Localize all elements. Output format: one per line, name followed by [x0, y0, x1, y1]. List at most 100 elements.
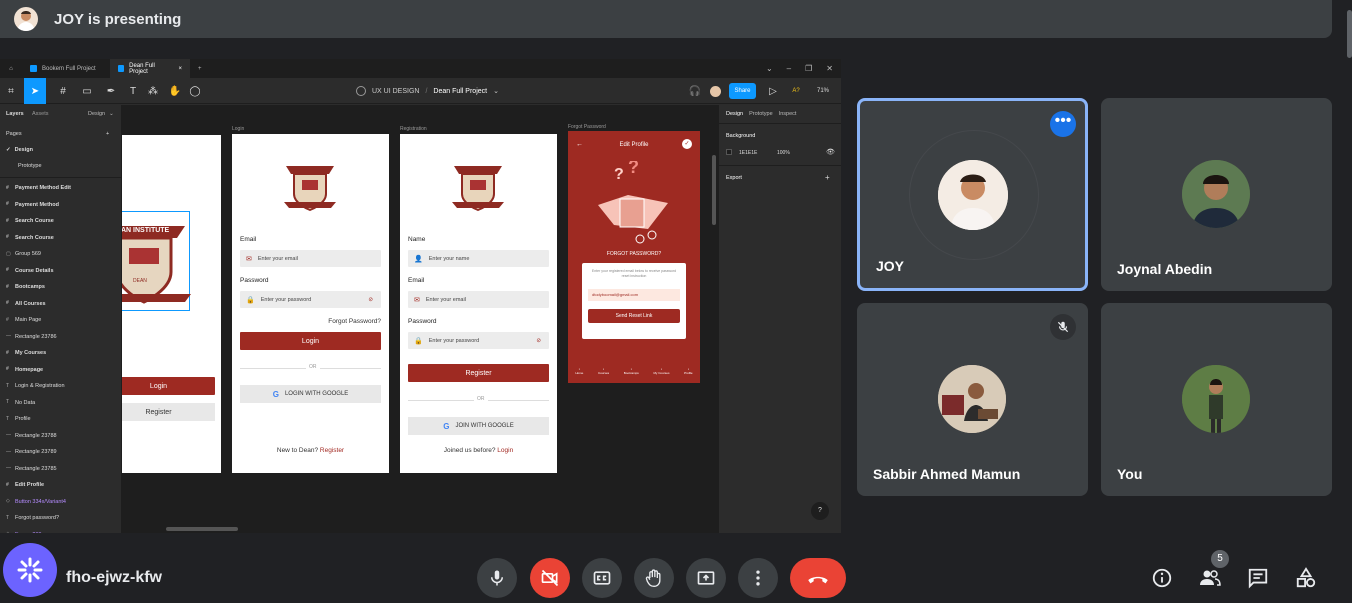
- pen-tool-icon[interactable]: ✒: [100, 78, 122, 104]
- login-button[interactable]: Login: [122, 377, 215, 395]
- participant-tile-you[interactable]: You: [1101, 303, 1332, 496]
- chat-button[interactable]: [1245, 565, 1271, 591]
- maximize-icon[interactable]: ❐: [805, 64, 812, 73]
- nav-my-courses[interactable]: ▪ My Courses: [653, 367, 669, 383]
- bg-opacity-input[interactable]: 100%: [777, 150, 790, 156]
- home-icon[interactable]: ⌂: [0, 59, 22, 78]
- layer-item[interactable]: — Rectangle 23788: [6, 433, 57, 439]
- frame-login[interactable]: Email ✉ Enter your email Password 🔒 Enter …: [232, 134, 389, 473]
- page-item-design[interactable]: ✓ Design: [6, 147, 33, 153]
- tab-design[interactable]: Design: [726, 111, 743, 117]
- eye-icon[interactable]: 👁: [826, 148, 835, 156]
- minimize-icon[interactable]: –: [787, 64, 791, 73]
- tab-layers[interactable]: Layers: [6, 111, 24, 117]
- add-export-icon[interactable]: +: [825, 173, 830, 182]
- google-login-button[interactable]: G LOGIN WITH GOOGLE: [240, 385, 381, 403]
- camera-button[interactable]: [530, 558, 570, 598]
- people-button[interactable]: [1197, 565, 1223, 591]
- more-options-button[interactable]: •••: [1050, 111, 1076, 137]
- password-field[interactable]: 🔒 Enter your password ⊘: [408, 332, 549, 349]
- frame-welcome[interactable]: AN INSTITUTE DEAN Login Register: [122, 135, 221, 473]
- layer-item[interactable]: — Rectangle 23785: [6, 466, 57, 472]
- eye-off-icon[interactable]: ⊘: [368, 297, 373, 303]
- raise-hand-button[interactable]: [634, 558, 674, 598]
- chevron-down-icon[interactable]: ⌄: [766, 64, 773, 73]
- forgot-password-link[interactable]: Forgot Password?: [328, 318, 381, 325]
- chevron-down-icon[interactable]: ⌄: [493, 87, 499, 95]
- layer-item[interactable]: T Profile: [6, 416, 31, 422]
- tab-prototype[interactable]: Prototype: [749, 111, 773, 117]
- nav-bootcamps[interactable]: ▪ Bootcamps: [624, 367, 639, 383]
- canvas-scrollbar[interactable]: [712, 155, 716, 225]
- layer-item[interactable]: — Rectangle 23789: [6, 449, 57, 455]
- login-link[interactable]: Login: [497, 447, 513, 454]
- help-button[interactable]: ?: [811, 502, 829, 520]
- password-field[interactable]: 🔒 Enter your password ⊘: [240, 291, 381, 308]
- tab-dean[interactable]: Dean Full Project ×: [110, 59, 190, 78]
- layer-item[interactable]: # Payment Method Edit: [6, 185, 71, 191]
- present-icon[interactable]: ▷: [762, 78, 784, 104]
- comment-tool-icon[interactable]: ◯: [184, 78, 206, 104]
- layer-item[interactable]: T Forgot password?: [6, 515, 59, 521]
- activities-logo[interactable]: [3, 543, 57, 597]
- shape-tool-icon[interactable]: ▭: [76, 78, 98, 104]
- canvas-hscrollbar[interactable]: [166, 527, 238, 531]
- register-button[interactable]: Register: [408, 364, 549, 382]
- name-field[interactable]: 👤 Enter your name: [408, 250, 549, 267]
- layer-item[interactable]: # Main Page: [6, 317, 41, 323]
- captions-button[interactable]: [582, 558, 622, 598]
- layer-item[interactable]: T Login & Registration: [6, 383, 65, 389]
- logo-selection[interactable]: AN INSTITUTE DEAN: [122, 211, 191, 311]
- participant-tile-joy[interactable]: ••• JOY: [857, 98, 1088, 291]
- nav-profile[interactable]: ▪ Profile: [684, 367, 693, 383]
- eye-off-icon[interactable]: ⊘: [536, 338, 541, 344]
- layer-item[interactable]: # My Courses: [6, 350, 46, 356]
- layer-item[interactable]: # All Courses: [6, 301, 46, 307]
- tab-bookem[interactable]: Bookem Full Project: [22, 59, 110, 78]
- share-button[interactable]: Share: [729, 83, 756, 99]
- layer-item[interactable]: # Payment Method: [6, 202, 59, 208]
- user-avatar[interactable]: [704, 78, 726, 104]
- present-button[interactable]: [686, 558, 726, 598]
- register-button[interactable]: Register: [122, 403, 215, 421]
- bg-hex-input[interactable]: 1E1E1E: [739, 150, 757, 156]
- google-join-button[interactable]: G JOIN WITH GOOGLE: [408, 417, 549, 435]
- page-item-prototype[interactable]: Prototype: [18, 163, 42, 169]
- activities-button[interactable]: [1293, 565, 1319, 591]
- frame-tool-icon[interactable]: #: [52, 78, 74, 104]
- nav-home[interactable]: ▪ Home: [575, 367, 583, 383]
- layer-item[interactable]: # Homepage: [6, 367, 43, 373]
- resources-icon[interactable]: ⁂: [142, 78, 164, 104]
- layer-item[interactable]: # Edit Profile: [6, 482, 44, 488]
- meeting-info-button[interactable]: [1149, 565, 1175, 591]
- add-page-icon[interactable]: +: [106, 131, 109, 137]
- nav-courses[interactable]: ▪ Courses: [598, 367, 609, 383]
- tab-assets[interactable]: Assets: [32, 111, 49, 117]
- layer-item[interactable]: T No Data: [6, 400, 35, 406]
- close-icon[interactable]: ✕: [826, 64, 833, 73]
- email-field[interactable]: ✉ Enter your email: [240, 250, 381, 267]
- participant-tile-sabbir[interactable]: Sabbir Ahmed Mamun: [857, 303, 1088, 496]
- page-scrollbar[interactable]: [1347, 10, 1352, 58]
- view-mode-icon[interactable]: A?: [785, 78, 807, 104]
- text-tool-icon[interactable]: T: [122, 78, 144, 104]
- leave-call-button[interactable]: [790, 558, 846, 598]
- page-menu[interactable]: Design ⌄: [88, 111, 114, 117]
- layer-item[interactable]: # Search Course: [6, 235, 54, 241]
- frame-forgot-password[interactable]: ← Edit Profile ✓ ?? FORGOT PASSWORD? Ent…: [568, 131, 700, 383]
- send-reset-button[interactable]: Send Reset Link: [588, 309, 680, 323]
- register-link[interactable]: Register: [320, 447, 344, 454]
- check-icon[interactable]: ✓: [682, 139, 692, 149]
- email-field[interactable]: ✉ Enter your email: [408, 291, 549, 308]
- layer-item[interactable]: # Bootcamps: [6, 284, 45, 290]
- layer-item[interactable]: # Search Course: [6, 218, 54, 224]
- new-tab-button[interactable]: +: [190, 59, 210, 78]
- participant-tile-joynal[interactable]: Joynal Abedin: [1101, 98, 1332, 291]
- hand-tool-icon[interactable]: ✋: [164, 78, 186, 104]
- layer-item[interactable]: ◇Frame 289: [6, 532, 42, 534]
- frame-registration[interactable]: Name 👤 Enter your name Email ✉ Enter your …: [400, 134, 557, 473]
- layer-item[interactable]: ◇ Button 334x/Variant4: [6, 499, 66, 505]
- headphones-icon[interactable]: 🎧: [684, 78, 706, 104]
- figma-canvas[interactable]: AN INSTITUTE DEAN Login Register Login Em…: [122, 105, 718, 533]
- zoom-level[interactable]: 71%: [812, 78, 834, 104]
